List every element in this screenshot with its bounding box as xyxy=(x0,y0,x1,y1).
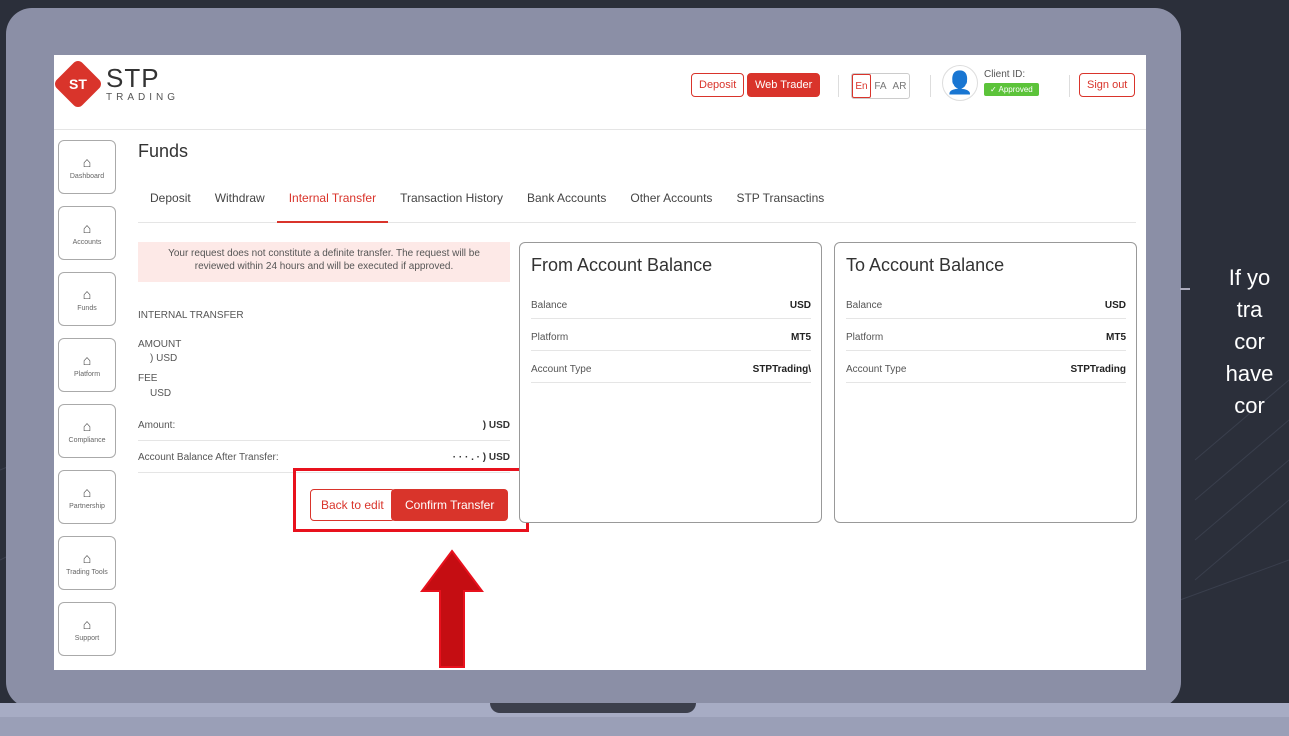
logo[interactable]: ST STP TRADING xyxy=(54,58,179,110)
sidebar-item-accounts[interactable]: ⌂ Accounts xyxy=(58,206,116,260)
sidebar-item-compliance[interactable]: ⌂ Compliance xyxy=(58,404,116,458)
sidebar-item-funds[interactable]: ⌂ Funds xyxy=(58,272,116,326)
section-title: INTERNAL TRANSFER xyxy=(138,310,244,321)
amount-row: Amount: ) USD xyxy=(138,411,510,441)
header-divider xyxy=(54,129,1146,130)
home-icon: ⌂ xyxy=(82,153,92,170)
tab-bank-accounts[interactable]: Bank Accounts xyxy=(515,186,618,223)
user-avatar-icon[interactable]: 👤 xyxy=(942,65,978,101)
platform-row: Platform MT5 xyxy=(531,325,811,351)
web-trader-button[interactable]: Web Trader xyxy=(747,73,821,97)
laptop-notch xyxy=(490,703,696,713)
laptop-frame: ST STP TRADING Deposit Web Trader En FA … xyxy=(6,8,1181,708)
fee-value: USD xyxy=(150,388,172,399)
balance-after-value: · · · . · ) USD xyxy=(452,452,510,463)
card-title: To Account Balance xyxy=(846,255,1005,275)
sidebar-item-platform[interactable]: ⌂ Platform xyxy=(58,338,116,392)
lang-ar[interactable]: AR xyxy=(890,74,909,98)
tab-internal-transfer[interactable]: Internal Transfer xyxy=(276,186,389,223)
balance-row: Balance USD xyxy=(531,293,811,319)
lang-fa[interactable]: FA xyxy=(871,74,890,98)
tab-bar: Deposit Withdraw Internal Transfer Trans… xyxy=(138,186,1136,223)
sidebar-item-dashboard[interactable]: ⌂ Dashboard xyxy=(58,140,116,194)
home-icon: ⌂ xyxy=(82,615,92,632)
brand-name: STP xyxy=(106,63,160,93)
home-icon: ⌂ xyxy=(82,285,92,302)
tab-deposit[interactable]: Deposit xyxy=(138,186,203,223)
client-id-label: Client ID: xyxy=(984,69,1026,80)
divider xyxy=(1069,75,1070,97)
amount-label: AMOUNT xyxy=(138,339,182,350)
home-icon: ⌂ xyxy=(82,219,92,236)
divider xyxy=(838,75,839,97)
balance-after-label: Account Balance After Transfer: xyxy=(138,452,279,463)
balance-row: Balance USD xyxy=(846,293,1126,319)
to-account-card: To Account Balance Balance USD Platform MT… xyxy=(834,242,1137,523)
sidebar-item-trading-tools[interactable]: ⌂ Trading Tools xyxy=(58,536,116,590)
sidebar: ⌂ Dashboard ⌂ Accounts ⌂ Funds ⌂ Platform ⌂ C… xyxy=(58,140,116,668)
tab-other-accounts[interactable]: Other Accounts xyxy=(618,186,724,223)
arrow-up-icon xyxy=(420,549,484,668)
tab-withdraw[interactable]: Withdraw xyxy=(203,186,277,223)
account-type-row: Account Type STPTrading xyxy=(846,357,1126,383)
card-title: From Account Balance xyxy=(531,255,713,275)
home-icon: ⌂ xyxy=(82,351,92,368)
amount-row-value: ) USD xyxy=(482,420,510,431)
side-caption: If yo tra cor have cor xyxy=(1225,265,1274,418)
lang-en[interactable]: En xyxy=(852,74,871,98)
sign-out-button[interactable]: Sign out xyxy=(1079,73,1136,97)
sidebar-item-partnership[interactable]: ⌂ Partnership xyxy=(58,470,116,524)
status-badge: ✓ Approved xyxy=(984,83,1039,96)
divider xyxy=(930,75,931,97)
platform-row: Platform MT5 xyxy=(846,325,1126,351)
home-icon: ⌂ xyxy=(82,483,92,500)
tab-stp-transactions[interactable]: STP Transactins xyxy=(724,186,836,223)
tab-transaction-history[interactable]: Transaction History xyxy=(388,186,515,223)
page-title: Funds xyxy=(138,141,189,161)
fee-label: FEE xyxy=(138,373,158,384)
home-icon: ⌂ xyxy=(82,549,92,566)
home-icon: ⌂ xyxy=(82,417,92,434)
brand-sub: TRADING xyxy=(106,92,179,103)
sidebar-item-support[interactable]: ⌂ Support xyxy=(58,602,116,656)
app-screen: ST STP TRADING Deposit Web Trader En FA … xyxy=(54,55,1146,670)
language-switcher: En FA AR xyxy=(851,73,910,99)
header-deposit-button[interactable]: Deposit xyxy=(691,73,745,97)
amount-row-label: Amount: xyxy=(138,420,176,431)
back-to-edit-button[interactable]: Back to edit xyxy=(310,489,395,521)
from-account-card: From Account Balance Balance USD Platform… xyxy=(519,242,822,523)
amount-value: ) USD xyxy=(150,353,178,364)
account-type-row: Account Type STPTrading\ xyxy=(531,357,811,383)
caption-dash xyxy=(1180,288,1190,290)
logo-mark: ST xyxy=(54,58,104,110)
confirm-transfer-button[interactable]: Confirm Transfer xyxy=(391,489,509,521)
transfer-notice: Your request does not constitute a defin… xyxy=(138,242,510,282)
